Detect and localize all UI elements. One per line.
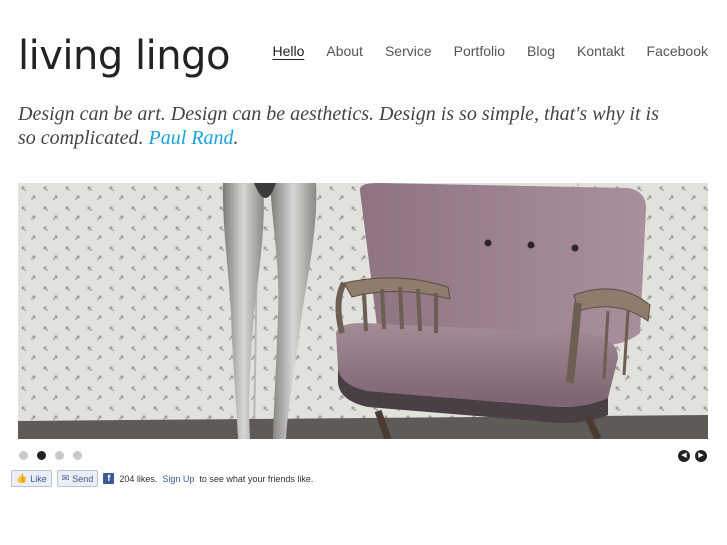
slider-dot-3[interactable]: [55, 451, 64, 460]
send-label: Send: [72, 473, 94, 484]
arrow-right-icon[interactable]: ▶: [695, 450, 707, 462]
hero-illustration: [18, 183, 708, 439]
slider-arrows: ◀ ▶: [678, 450, 707, 462]
slider-dot-4[interactable]: [73, 451, 82, 460]
arrow-left-icon[interactable]: ◀: [678, 450, 690, 462]
nav-item-service[interactable]: Service: [385, 42, 432, 60]
nav-item-portfolio[interactable]: Portfolio: [454, 42, 505, 60]
nav-item-kontakt[interactable]: Kontakt: [577, 42, 624, 60]
hero-slide-image: [18, 183, 708, 439]
quote-text: Design can be art. Design can be aesthet…: [18, 103, 659, 149]
slider-dot-1[interactable]: [19, 451, 28, 460]
facebook-icon: f: [103, 473, 115, 484]
signup-link[interactable]: Sign Up: [162, 474, 194, 484]
facebook-send-button[interactable]: ✉ Send: [56, 470, 99, 487]
slider-pagination: [19, 451, 82, 460]
like-count: 204 likes.: [119, 473, 158, 484]
nav-item-about[interactable]: About: [326, 42, 363, 60]
nav-item-facebook[interactable]: Facebook: [647, 42, 708, 60]
facebook-like-button[interactable]: 👍 Like: [11, 470, 52, 487]
intro-quote: Design can be art. Design can be aesthet…: [18, 102, 678, 150]
signup-text: to see what your friends like.: [199, 473, 314, 484]
nav-item-hello[interactable]: Hello: [272, 42, 304, 60]
nav-item-blog[interactable]: Blog: [527, 42, 555, 60]
like-label: Like: [30, 473, 47, 484]
site-logo[interactable]: living lingo: [18, 30, 230, 82]
quote-author-link[interactable]: Paul Rand: [149, 127, 234, 149]
send-icon: ✉: [61, 473, 70, 483]
main-nav: Hello About Service Portfolio Blog Konta…: [272, 42, 708, 60]
thumbs-up-icon: 👍: [16, 473, 28, 483]
facebook-like-bar: 👍 Like ✉ Send f 204 likes. Sign Up to see …: [11, 470, 313, 487]
quote-trailing: .: [233, 127, 239, 149]
slider-dot-2[interactable]: [37, 451, 46, 460]
